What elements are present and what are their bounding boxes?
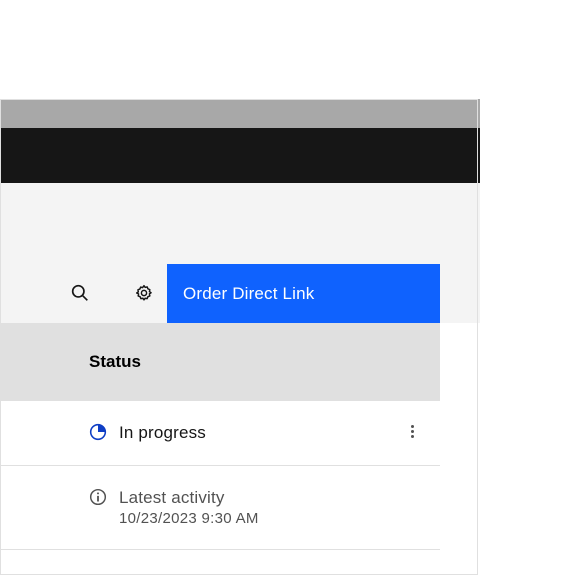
order-direct-link-button[interactable]: Order Direct Link <box>167 264 440 323</box>
window-chrome <box>0 99 480 128</box>
in-progress-icon <box>89 423 107 441</box>
order-button-label: Order Direct Link <box>183 284 314 304</box>
column-header-status[interactable]: Status <box>0 323 440 401</box>
status-value: In progress <box>119 423 206 443</box>
table-row[interactable]: Latest activity 10/23/2023 9:30 AM <box>0 466 440 550</box>
app-header <box>0 128 480 183</box>
gear-icon[interactable] <box>124 273 164 313</box>
search-icon[interactable] <box>60 273 100 313</box>
column-header-label: Status <box>89 352 141 372</box>
table-body: In progress Latest activity 10/23/2023 9… <box>0 401 440 550</box>
activity-timestamp: 10/23/2023 9:30 AM <box>119 510 259 527</box>
activity-label: Latest activity <box>119 488 259 508</box>
info-icon <box>89 488 107 506</box>
table-row[interactable]: In progress <box>0 401 440 466</box>
overflow-menu-icon[interactable] <box>404 423 420 439</box>
